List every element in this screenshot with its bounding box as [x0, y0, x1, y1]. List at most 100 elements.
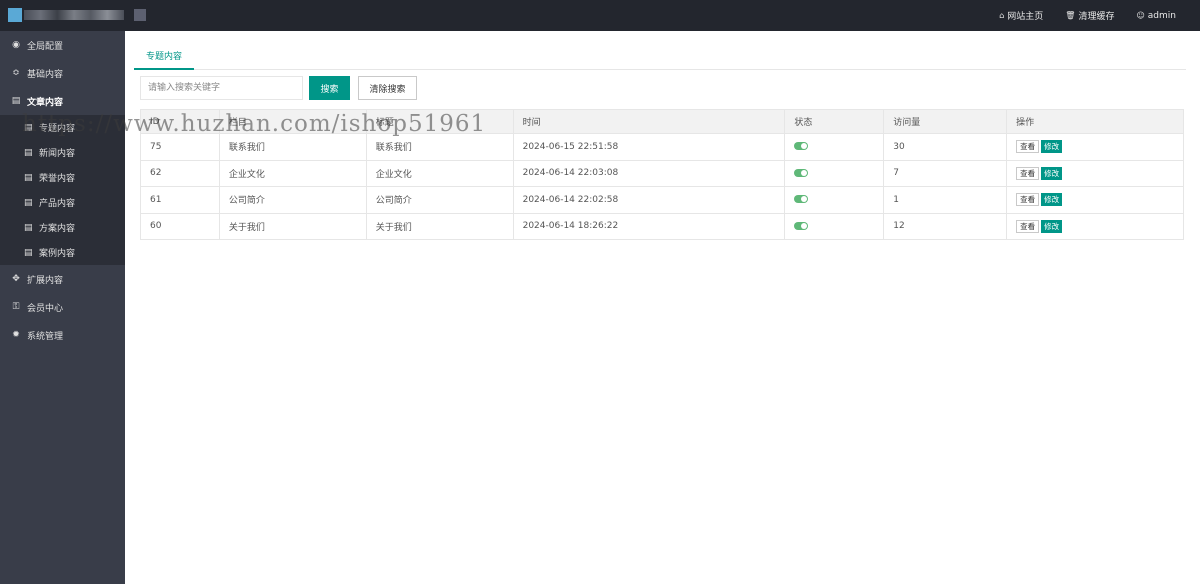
clear-cache-link[interactable]: 🗑 清理缓存 — [1065, 9, 1114, 22]
cell-time: 2024-06-14 22:03:08 — [512, 159, 786, 187]
expand-icon: ✥ — [12, 274, 20, 284]
cell-visits: 1 — [883, 186, 1008, 214]
cell-title: 企业文化 — [365, 159, 514, 187]
table-row: 62 企业文化 企业文化 2024-06-14 22:03:08 7 查看 修改 — [140, 159, 1184, 187]
cell-visits: 7 — [883, 159, 1008, 187]
sidebar-item-extension[interactable]: ✥ 扩展内容 — [0, 265, 125, 293]
gear-icon: ✹ — [12, 330, 20, 340]
clear-cache-label: 清理缓存 — [1078, 12, 1115, 22]
edit-button[interactable]: 修改 — [1041, 193, 1063, 207]
cell-id: 62 — [140, 159, 220, 187]
cell-column: 企业文化 — [218, 159, 367, 187]
view-button[interactable]: 查看 — [1016, 166, 1040, 180]
sidebar-subitem-case[interactable]: ▤ 案例内容 — [0, 240, 125, 265]
sidebar-subitem-topic[interactable]: ▤ 专题内容 — [0, 115, 125, 140]
sidebar-item-system[interactable]: ✹ 系统管理 — [0, 321, 125, 349]
logo — [8, 8, 146, 22]
cell-status — [784, 159, 885, 187]
sidebar-subitem-label: 案例内容 — [39, 249, 76, 259]
tab-bar: 专题内容 — [134, 49, 1186, 70]
cell-id: 61 — [140, 186, 220, 214]
table-row: 60 关于我们 关于我们 2024-06-14 18:26:22 12 查看 修改 — [140, 212, 1184, 240]
status-toggle[interactable] — [794, 168, 809, 177]
sidebar-subitem-label: 荣誉内容 — [39, 174, 76, 184]
cell-column: 关于我们 — [218, 212, 367, 240]
sidebar-subitem-label: 专题内容 — [39, 124, 76, 134]
cell-time: 2024-06-14 22:02:58 — [512, 186, 786, 214]
cell-actions: 查看 修改 — [1006, 159, 1184, 187]
status-toggle[interactable] — [794, 221, 809, 230]
cell-title: 关于我们 — [365, 212, 514, 240]
sidebar-subitem-label: 新闻内容 — [39, 149, 76, 159]
cell-title: 联系我们 — [365, 133, 514, 161]
table-row: 61 公司简介 公司简介 2024-06-14 22:02:58 1 查看 修改 — [140, 186, 1184, 214]
sidebar-item-label: 扩展内容 — [27, 275, 64, 286]
home-link[interactable]: ⌂ 网站主页 — [999, 9, 1043, 22]
sidebar-subitem-product[interactable]: ▤ 产品内容 — [0, 190, 125, 215]
table-row: 75 联系我们 联系我们 2024-06-15 22:51:58 30 查看 修改 — [140, 133, 1184, 161]
logo-mark — [8, 8, 22, 22]
sidebar-subitem-news[interactable]: ▤ 新闻内容 — [0, 140, 125, 165]
cell-status — [784, 133, 885, 161]
col-header-status: 状态 — [784, 109, 885, 134]
sliders-icon: ≎ — [12, 68, 20, 78]
cell-column: 联系我们 — [218, 133, 367, 161]
lock-icon: ⚿ — [12, 302, 20, 312]
sidebar-subitem-honor[interactable]: ▤ 荣誉内容 — [0, 165, 125, 190]
logo-blurred-block — [134, 9, 146, 21]
cell-title: 公司简介 — [365, 186, 514, 214]
view-button[interactable]: 查看 — [1016, 140, 1040, 154]
edit-button[interactable]: 修改 — [1041, 140, 1063, 154]
globe-icon: ◉ — [12, 40, 20, 50]
content-table: ID 栏目 标题 时间 状态 访问量 操作 75 联系我们 联系我们 2024-… — [140, 109, 1184, 240]
cell-time: 2024-06-15 22:51:58 — [512, 133, 786, 161]
document-icon: ▤ — [24, 222, 33, 233]
header-nav: ⌂ 网站主页 🗑 清理缓存 ☺ admin — [999, 0, 1176, 31]
home-icon: ⌂ — [999, 11, 1005, 20]
cell-id: 60 — [140, 212, 220, 240]
col-header-visits: 访问量 — [883, 109, 1008, 134]
document-icon: ▤ — [24, 147, 33, 158]
sidebar-item-basic-content[interactable]: ≎ 基础内容 — [0, 59, 125, 87]
user-menu[interactable]: ☺ admin — [1136, 11, 1176, 21]
sidebar: ◉ 全局配置 ≎ 基础内容 ▤ 文章内容 ▤ 专题内容 ▤ 新闻内容 ▤ 荣誉内… — [0, 31, 125, 584]
sidebar-item-label: 系统管理 — [27, 331, 64, 342]
sidebar-item-article-content[interactable]: ▤ 文章内容 — [0, 87, 125, 115]
main-content: 专题内容 搜索 清除搜索 ID 栏目 标题 时间 状态 访问量 操作 75 联系… — [125, 31, 1200, 584]
home-link-label: 网站主页 — [1007, 12, 1044, 22]
status-toggle[interactable] — [794, 142, 809, 151]
clear-search-button[interactable]: 清除搜索 — [358, 76, 417, 100]
view-button[interactable]: 查看 — [1016, 193, 1040, 207]
user-icon: ☺ — [1136, 11, 1145, 20]
sidebar-item-member[interactable]: ⚿ 会员中心 — [0, 293, 125, 321]
table-header-row: ID 栏目 标题 时间 状态 访问量 操作 — [140, 109, 1184, 134]
search-button[interactable]: 搜索 — [309, 76, 350, 100]
view-button[interactable]: 查看 — [1016, 219, 1040, 233]
edit-button[interactable]: 修改 — [1041, 166, 1063, 180]
cell-actions: 查看 修改 — [1006, 133, 1184, 161]
cell-visits: 12 — [883, 212, 1008, 240]
top-header: ⌂ 网站主页 🗑 清理缓存 ☺ admin — [0, 0, 1200, 31]
cell-time: 2024-06-14 18:26:22 — [512, 212, 786, 240]
cell-status — [784, 212, 885, 240]
logo-blurred-text — [24, 10, 124, 20]
sidebar-item-label: 会员中心 — [27, 303, 64, 314]
cell-column: 公司简介 — [218, 186, 367, 214]
cell-id: 75 — [140, 133, 220, 161]
col-header-id: ID — [140, 109, 220, 134]
col-header-time: 时间 — [512, 109, 786, 134]
status-toggle[interactable] — [794, 195, 809, 204]
cell-actions: 查看 修改 — [1006, 186, 1184, 214]
article-submenu: ▤ 专题内容 ▤ 新闻内容 ▤ 荣誉内容 ▤ 产品内容 ▤ 方案内容 ▤ 案例内… — [0, 115, 125, 265]
trash-icon: 🗑 — [1065, 11, 1076, 20]
sidebar-subitem-solution[interactable]: ▤ 方案内容 — [0, 215, 125, 240]
sidebar-item-global-config[interactable]: ◉ 全局配置 — [0, 31, 125, 59]
cell-visits: 30 — [883, 133, 1008, 161]
user-name: admin — [1147, 10, 1176, 21]
sidebar-item-label: 全局配置 — [27, 41, 64, 52]
search-input[interactable] — [140, 76, 303, 100]
tab-topic-content[interactable]: 专题内容 — [134, 49, 194, 70]
col-header-title: 标题 — [365, 109, 514, 134]
edit-button[interactable]: 修改 — [1041, 219, 1063, 233]
sidebar-subitem-label: 产品内容 — [39, 199, 76, 209]
